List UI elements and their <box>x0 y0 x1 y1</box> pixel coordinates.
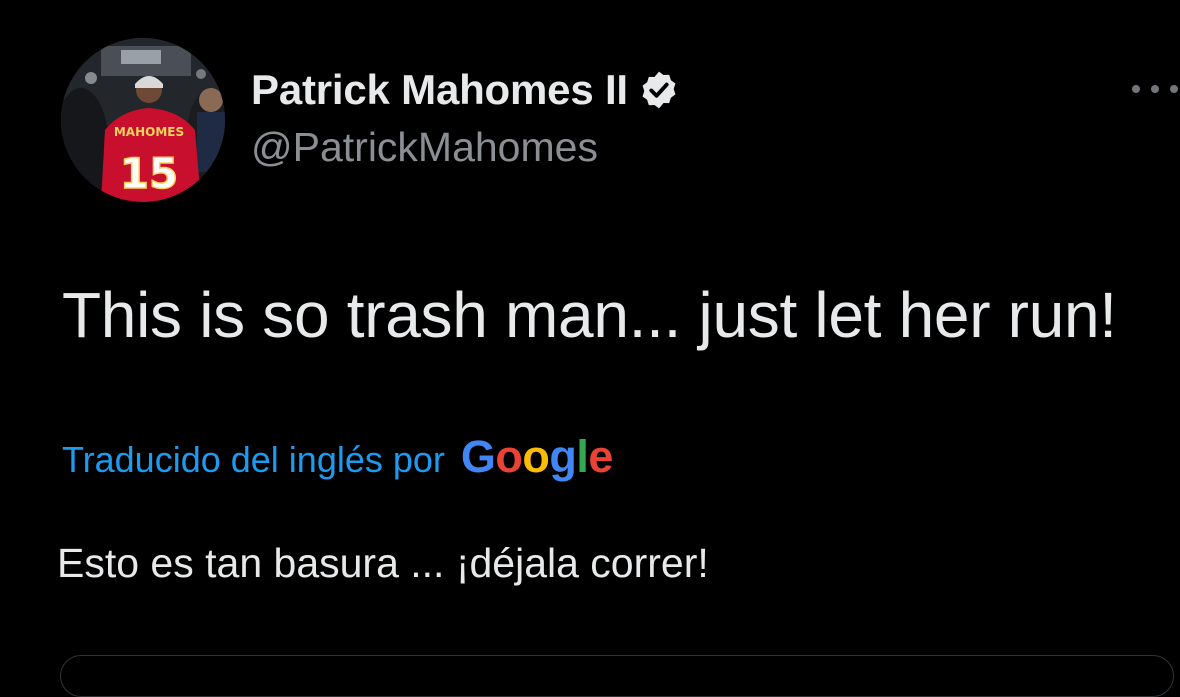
more-dot <box>1132 85 1140 93</box>
author-handle[interactable]: @PatrickMahomes <box>251 124 598 171</box>
tweet-text: This is so trash man... just let her run… <box>62 279 1117 351</box>
google-letter: g <box>549 430 577 482</box>
verified-badge-icon <box>638 69 680 111</box>
avatar[interactable]: MAHOMES 15 <box>61 38 225 202</box>
quoted-card-edge[interactable] <box>60 655 1174 697</box>
more-dot <box>1170 85 1178 93</box>
google-letter: o <box>522 430 550 482</box>
translation-label[interactable]: Traducido del inglés por <box>62 439 445 481</box>
avatar-photo: MAHOMES 15 <box>61 38 225 202</box>
google-letter: o <box>495 430 523 482</box>
translated-tweet-text: Esto es tan basura ... ¡déjala correr! <box>57 540 709 586</box>
more-dot <box>1151 85 1159 93</box>
more-options-icon[interactable] <box>1132 74 1178 104</box>
google-letter: e <box>588 430 613 482</box>
google-letter: l <box>576 430 589 482</box>
translation-attribution[interactable]: Traducido del inglés por Google <box>62 432 613 488</box>
avatar-jersey-text: MAHOMES <box>114 125 184 139</box>
google-letter: G <box>460 430 496 482</box>
author-display-name[interactable]: Patrick Mahomes II <box>251 66 628 114</box>
tweet-card: MAHOMES 15 Patrick Mahomes II @PatrickMa… <box>0 0 1180 697</box>
avatar-jersey-number: 15 <box>120 149 178 198</box>
google-logo: Google <box>460 430 614 482</box>
author-name-row: Patrick Mahomes II <box>251 64 680 116</box>
